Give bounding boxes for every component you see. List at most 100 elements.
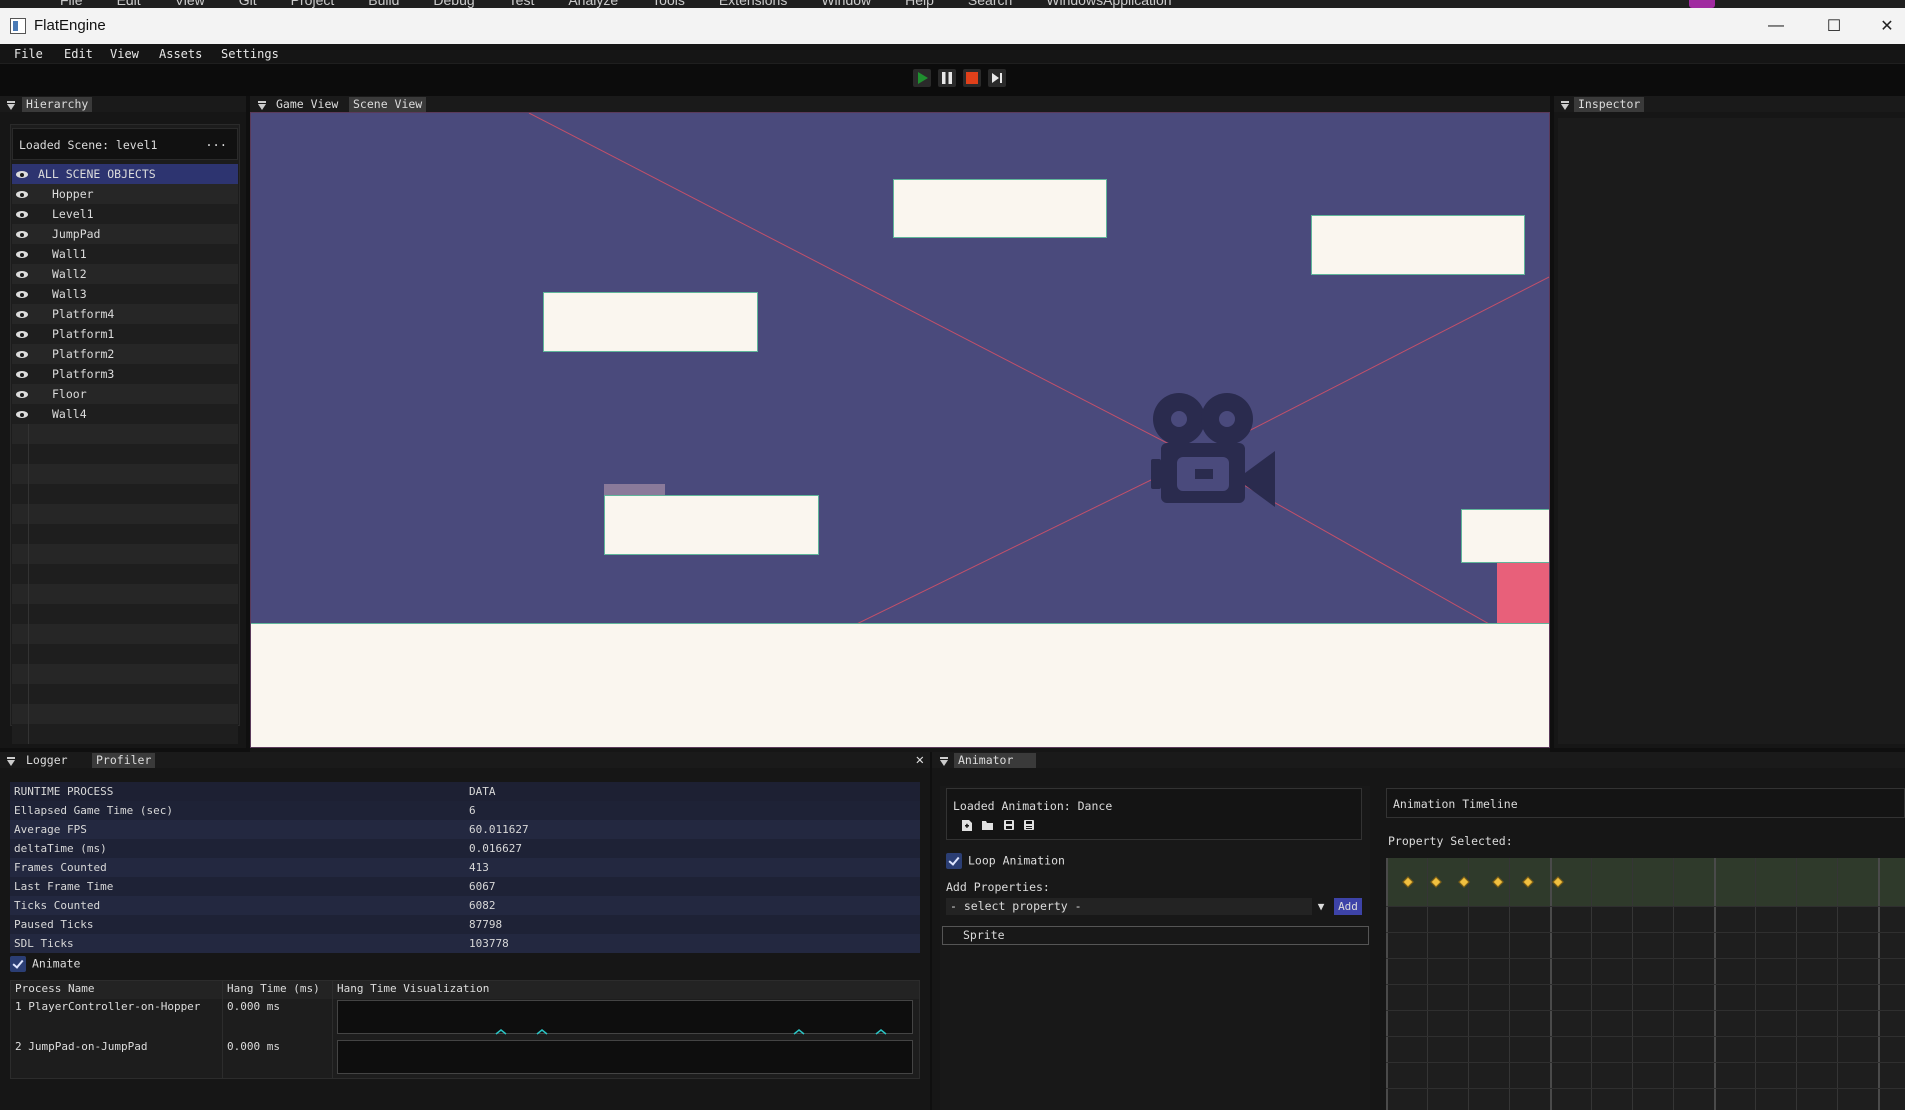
visibility-eye-icon[interactable] (16, 251, 28, 258)
visibility-eye-icon[interactable] (16, 391, 28, 398)
tab-inspector[interactable]: Inspector (1574, 97, 1645, 112)
scene-options-button[interactable]: ... (205, 135, 227, 149)
timeline-gridline (1386, 958, 1905, 959)
new-file-icon[interactable] (961, 819, 973, 831)
menu-bar: File Edit View Assets Settings (0, 44, 1905, 64)
hierarchy-item[interactable]: JumpPad (12, 224, 238, 244)
hierarchy-item[interactable]: Hopper (12, 184, 238, 204)
collapse-arrow-icon[interactable] (7, 757, 15, 766)
tab-hierarchy[interactable]: Hierarchy (22, 97, 93, 112)
maximize-button[interactable]: ☐ (1805, 8, 1863, 44)
tab-scene-view[interactable]: Scene View (349, 97, 427, 112)
hierarchy-item[interactable]: Floor (12, 384, 238, 404)
timeline-title: Animation Timeline (1393, 797, 1518, 811)
loop-animation-checkbox[interactable] (946, 853, 962, 869)
hierarchy-item[interactable]: Platform2 (12, 344, 238, 364)
host-menu-item[interactable]: Test (509, 0, 535, 8)
play-button[interactable] (913, 69, 931, 87)
host-menu-item[interactable]: WindowsApplication (1046, 0, 1171, 8)
user-avatar[interactable] (1689, 0, 1715, 8)
close-window-button[interactable]: ✕ (1858, 8, 1905, 44)
visibility-eye-icon[interactable] (16, 411, 28, 418)
hierarchy-item[interactable]: Wall2 (12, 264, 238, 284)
table-row: Last Frame Time 6067 (10, 877, 920, 896)
step-button[interactable] (988, 69, 1006, 87)
wall-object[interactable] (1461, 509, 1549, 563)
visibility-eye-icon[interactable] (16, 231, 28, 238)
visibility-toggle-icon[interactable] (16, 171, 28, 178)
menu-edit[interactable]: Edit (64, 47, 93, 61)
visibility-eye-icon[interactable] (16, 311, 28, 318)
hierarchy-item[interactable]: Platform1 (12, 324, 238, 344)
hierarchy-item-label: Wall1 (52, 247, 87, 261)
hierarchy-item[interactable]: Wall4 (12, 404, 238, 424)
pause-button[interactable] (938, 69, 956, 87)
platform-object[interactable] (543, 292, 758, 352)
collapse-arrow-icon[interactable] (940, 757, 948, 766)
tab-animator[interactable]: Animator (954, 753, 1036, 768)
host-menu-item[interactable]: Analyze (568, 0, 618, 8)
host-menu-item[interactable]: Debug (433, 0, 474, 8)
host-menu-item[interactable]: View (175, 0, 205, 8)
dropdown-arrow-icon[interactable]: ▼ (1312, 898, 1330, 915)
visibility-eye-icon[interactable] (16, 271, 28, 278)
collapse-arrow-icon[interactable] (1561, 101, 1569, 110)
stop-button[interactable] (963, 69, 981, 87)
hierarchy-item[interactable]: Platform4 (12, 304, 238, 324)
host-menu-item[interactable]: Project (291, 0, 335, 8)
menu-settings[interactable]: Settings (221, 47, 279, 61)
hopper-object[interactable] (1497, 563, 1549, 623)
platform-object[interactable] (1311, 215, 1525, 275)
minimize-button[interactable]: — (1747, 8, 1805, 44)
empty-row (12, 544, 238, 564)
property-selected-label: Property Selected: (1388, 834, 1513, 848)
menu-view[interactable]: View (110, 47, 139, 61)
host-menu-item[interactable]: Help (905, 0, 934, 8)
visibility-eye-icon[interactable] (16, 351, 28, 358)
tab-game-view[interactable]: Game View (272, 97, 342, 112)
platform-object[interactable] (893, 179, 1107, 238)
animate-checkbox[interactable] (10, 956, 26, 972)
step-forward-icon (992, 73, 1002, 83)
add-property-button[interactable]: Add (1334, 898, 1362, 915)
visibility-eye-icon[interactable] (16, 371, 28, 378)
tab-logger[interactable]: Logger (22, 753, 72, 768)
timeline-gridline (1386, 984, 1905, 985)
host-menu-item[interactable]: Search (968, 0, 1012, 8)
property-select[interactable]: - select property - (946, 898, 1312, 915)
collapse-arrow-icon[interactable] (7, 101, 15, 110)
host-menu-item[interactable]: Git (239, 0, 257, 8)
host-menu-item[interactable]: Tools (652, 0, 685, 8)
close-panel-icon[interactable]: ✕ (916, 752, 924, 768)
visibility-eye-icon[interactable] (16, 291, 28, 298)
floor-object[interactable] (251, 623, 1549, 747)
all-scene-objects-row[interactable]: ALL SCENE OBJECTS (12, 164, 238, 184)
host-menu-item[interactable]: Build (368, 0, 399, 8)
host-menu-item[interactable]: Edit (117, 0, 141, 8)
menu-assets[interactable]: Assets (159, 47, 202, 61)
platform-object[interactable] (604, 495, 819, 555)
collapse-arrow-icon[interactable] (258, 101, 266, 110)
property-item-sprite[interactable]: Sprite (942, 926, 1369, 945)
save-as-icon[interactable] (1023, 819, 1035, 831)
hierarchy-item-label: Platform4 (52, 307, 115, 321)
hierarchy-item[interactable]: Platform3 (12, 364, 238, 384)
scene-canvas[interactable] (250, 112, 1550, 748)
visibility-eye-icon[interactable] (16, 331, 28, 338)
visibility-eye-icon[interactable] (16, 191, 28, 198)
loop-animation-row[interactable]: Loop Animation (946, 853, 1065, 869)
hierarchy-item[interactable]: Wall3 (12, 284, 238, 304)
visibility-eye-icon[interactable] (16, 211, 28, 218)
camera-icon[interactable] (1141, 389, 1281, 513)
save-icon[interactable] (1003, 819, 1015, 831)
host-menu-item[interactable]: File (60, 0, 83, 8)
menu-file[interactable]: File (14, 47, 43, 61)
animate-checkbox-row[interactable]: Animate (10, 956, 80, 972)
host-menu-item[interactable]: Extensions (719, 0, 787, 8)
tab-profiler[interactable]: Profiler (92, 753, 156, 768)
host-menu-item[interactable]: Window (821, 0, 871, 8)
timeline-grid[interactable] (1386, 858, 1905, 1110)
hierarchy-item[interactable]: Level1 (12, 204, 238, 224)
hierarchy-item[interactable]: Wall1 (12, 244, 238, 264)
open-folder-icon[interactable] (981, 819, 993, 831)
